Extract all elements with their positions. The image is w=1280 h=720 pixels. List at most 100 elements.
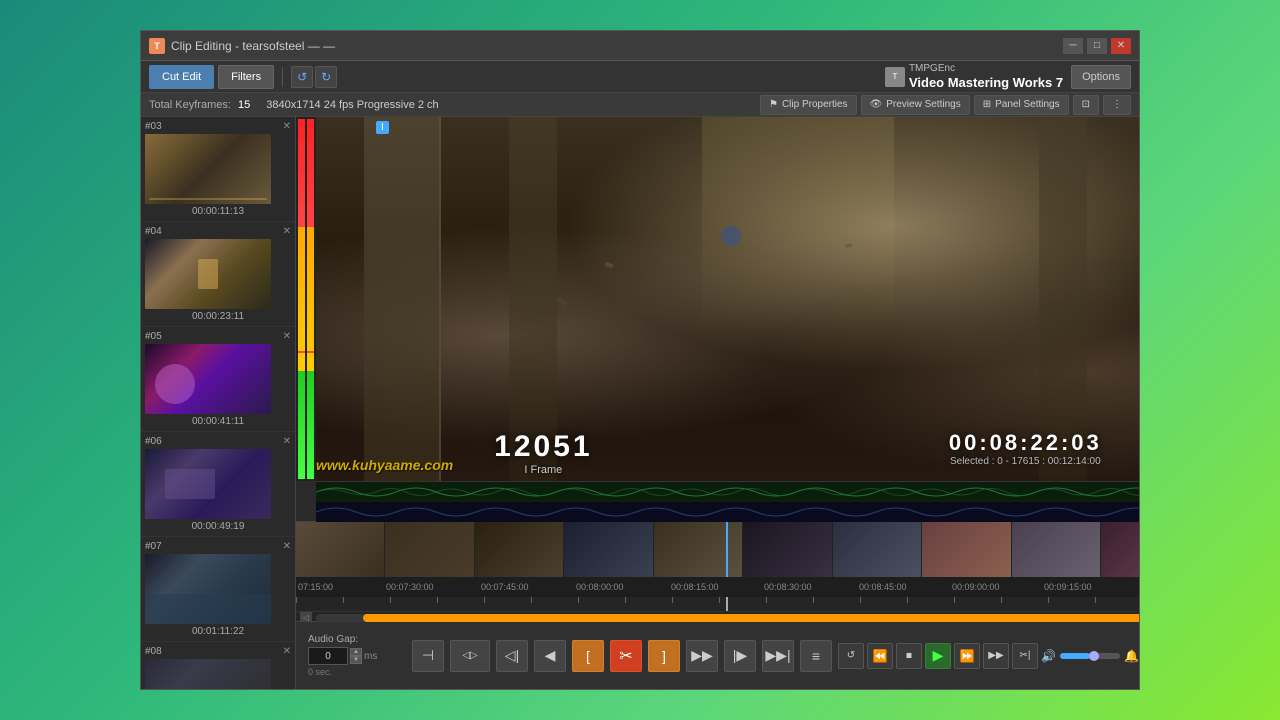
filters-button[interactable]: Filters [218, 65, 274, 89]
video-container[interactable]: I 12051 I Frame 00:08:22:03 Selected : 0… [296, 117, 1139, 481]
slow-forward-button[interactable]: ▶▶ [983, 643, 1009, 669]
speaker-icon: 🔔 [1124, 649, 1139, 663]
refresh-forward-button[interactable]: ↻ [315, 66, 337, 88]
thumb-preview-04[interactable] [145, 239, 271, 309]
timeline-thumb-02[interactable] [385, 522, 474, 577]
thumb-close-06[interactable]: ✕ [283, 436, 291, 447]
more-button[interactable]: ⋮ [1103, 95, 1131, 115]
timeline-thumbnails [296, 522, 1139, 577]
maximize-button[interactable]: □ [1087, 38, 1107, 54]
options-button[interactable]: Options [1071, 65, 1131, 89]
volume-icon: 🔊 [1041, 649, 1056, 663]
cut-edit-button[interactable]: Cut Edit [149, 65, 214, 89]
preview-settings-button[interactable]: 👁 Preview Settings [861, 95, 970, 115]
status-actions: ⚑ Clip Properties 👁 Preview Settings ⊞ P… [760, 95, 1131, 115]
thumb-time-03: 00:00:11:13 [145, 206, 291, 217]
mark-in-out-button[interactable]: [ [572, 640, 604, 672]
clip-properties-button[interactable]: ⚑ Clip Properties [760, 95, 857, 115]
spinner-down[interactable]: ▼ [350, 656, 362, 664]
volume-knob[interactable] [1089, 651, 1099, 661]
audio-gap-sec: 0 sec. [308, 667, 398, 677]
thumb-close-08[interactable]: ✕ [283, 646, 291, 657]
audio-gap-area: Audio Gap: ▲ ▼ ms 0 sec. [308, 634, 398, 677]
thumb-time-04: 00:00:23:11 [145, 311, 291, 322]
volume-slider: 🔊 🔔 [1041, 649, 1139, 663]
timeline-thumb-01[interactable] [296, 522, 385, 577]
scroll-track[interactable] [316, 614, 1139, 622]
audio-gap-spinner: ▲ ▼ [350, 648, 362, 664]
spinner-up[interactable]: ▲ [350, 648, 362, 656]
audio-gap-field[interactable] [308, 647, 348, 665]
brand-text: TMPGEnc Video Mastering Works 7 [909, 63, 1063, 91]
thumb-preview-05[interactable] [145, 344, 271, 414]
loop-button[interactable]: ↺ [838, 643, 864, 669]
thumb-preview-08[interactable] [145, 659, 271, 689]
tc-mark-2: 00:07:45:00 [481, 582, 529, 592]
timeline-thumb-06[interactable] [743, 522, 832, 577]
waveform-svg-top [316, 482, 1139, 502]
thumbnail-item-06: #06 ✕ 00:00:49:19 [141, 432, 295, 537]
prev-frame-button[interactable]: ◀ [534, 640, 566, 672]
thumb-preview-06[interactable] [145, 449, 271, 519]
panel-settings-button[interactable]: ⊞ Panel Settings [974, 95, 1069, 115]
timeline-thumb-03[interactable] [475, 522, 564, 577]
thumb-label-06: #06 ✕ [145, 436, 291, 447]
title-bar: T Clip Editing - tearsofsteel — — ─ □ ✕ [141, 31, 1139, 61]
rewind-button[interactable]: ⏪ [867, 643, 893, 669]
prev-cut-button[interactable]: ◁| [496, 640, 528, 672]
timeline-thumb-05[interactable] [654, 522, 743, 577]
refresh-buttons: ↺ ↻ [291, 66, 337, 88]
clip-properties-icon: ⚑ [769, 99, 778, 110]
next-frame-button[interactable]: ▶▶ [686, 640, 718, 672]
menu-button[interactable]: ≡ [800, 640, 832, 672]
thumb-time-05: 00:00:41:11 [145, 416, 291, 427]
thumb-preview-03[interactable] [145, 134, 271, 204]
toolbar-right: T TMPGEnc Video Mastering Works 7 Option… [885, 63, 1131, 91]
waveform-svg-bottom [316, 502, 1139, 522]
cut-scene-button[interactable]: ✂| [1012, 643, 1038, 669]
timeline-timecodes: 07:15:00 00:07:30:00 00:07:45:00 00:08:0… [296, 577, 1139, 597]
waveform-top [316, 482, 1139, 502]
tc-mark-3: 00:08:00:00 [576, 582, 624, 592]
volume-track[interactable] [1060, 653, 1120, 659]
vu-meter [296, 117, 316, 481]
timeline-thumb-07[interactable] [833, 522, 922, 577]
thumb-close-03[interactable]: ✕ [283, 121, 291, 132]
timeline-thumb-08[interactable] [922, 522, 1011, 577]
play-button[interactable]: ▶ [925, 643, 951, 669]
tc-mark-4: 00:08:15:00 [671, 582, 719, 592]
next-cut2-button[interactable]: ▶▶| [762, 640, 794, 672]
timeline-thumb-04[interactable] [564, 522, 653, 577]
mark-in-button[interactable]: ⊣ [412, 640, 444, 672]
thumb-close-04[interactable]: ✕ [283, 226, 291, 237]
refresh-button[interactable]: ↺ [291, 66, 313, 88]
thumb-label-08: #08 ✕ [145, 646, 291, 657]
thumb-close-05[interactable]: ✕ [283, 331, 291, 342]
prev-next-frame-button[interactable]: ◁▷ [450, 640, 490, 672]
next-cut-button[interactable]: |▶ [724, 640, 756, 672]
thumb-close-07[interactable]: ✕ [283, 541, 291, 552]
timeline-thumb-09[interactable] [1012, 522, 1101, 577]
minimize-button[interactable]: ─ [1063, 38, 1083, 54]
fast-forward-button[interactable]: ⏩ [954, 643, 980, 669]
thumb-preview-07[interactable] [145, 554, 271, 624]
window-title: Clip Editing - tearsofsteel — — [171, 39, 1063, 53]
mark-out-button[interactable]: ] [648, 640, 680, 672]
tc-mark-5: 00:08:30:00 [764, 582, 812, 592]
thumb-label-05: #05 ✕ [145, 331, 291, 342]
thumb-time-07: 00:01:11:22 [145, 626, 291, 637]
cut-button[interactable]: ✂ [610, 640, 642, 672]
audio-gap-input: ▲ ▼ ms [308, 647, 398, 665]
stop-button[interactable]: ⏹ [896, 643, 922, 669]
controls-area: Audio Gap: ▲ ▼ ms 0 sec. ⊣ ◁▷ ◁| ◀ [296, 621, 1139, 689]
timeline-playhead [726, 522, 728, 577]
close-button[interactable]: ✕ [1111, 38, 1131, 54]
volume-fill [1060, 653, 1090, 659]
thumb-label-07: #07 ✕ [145, 541, 291, 552]
scroll-thumb[interactable] [363, 614, 1139, 622]
expand-button[interactable]: ⊡ [1073, 95, 1099, 115]
audio-gap-label: Audio Gap: [308, 634, 398, 645]
tc-mark-6: 00:08:45:00 [859, 582, 907, 592]
timeline-thumb-10[interactable] [1101, 522, 1139, 577]
thumbnail-item-04: #04 ✕ 00:00:23:11 [141, 222, 295, 327]
